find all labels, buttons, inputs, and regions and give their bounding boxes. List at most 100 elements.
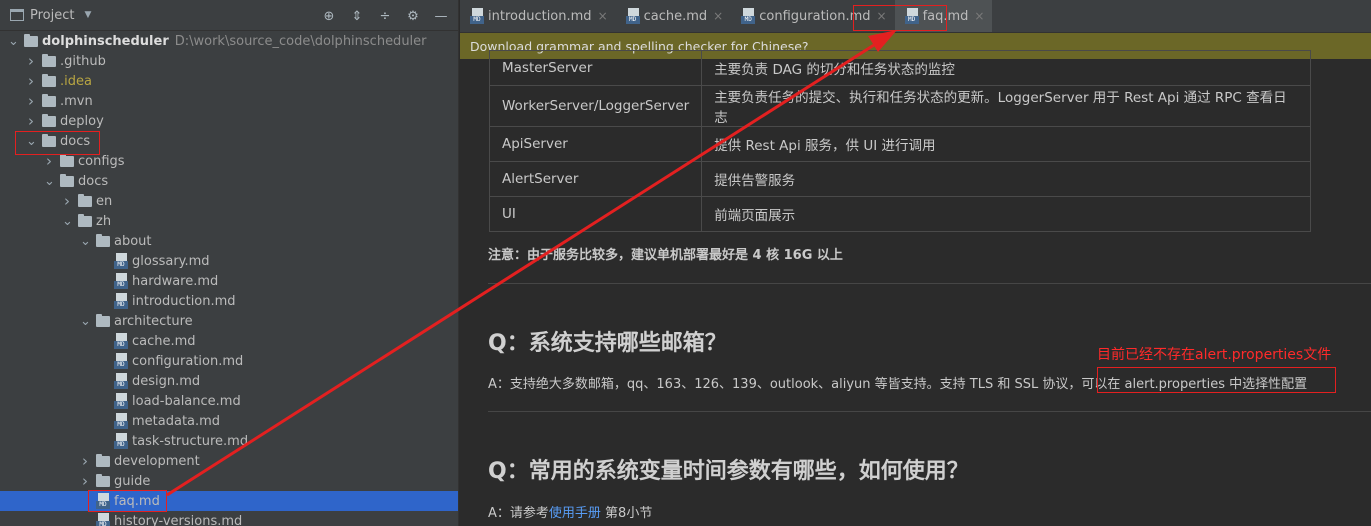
tree-file-item[interactable]: ›MDcache.md (0, 331, 458, 351)
chevron-right-icon[interactable]: › (62, 192, 72, 210)
divider (488, 283, 1371, 284)
tree-file-item[interactable]: ›MDtask-structure.md (0, 431, 458, 451)
markdown-file-icon: MD (114, 373, 128, 389)
tree-folder-item[interactable]: ⌄ zh (0, 211, 458, 231)
answer-text: 第8小节 (600, 506, 653, 521)
chevron-right-icon[interactable]: › (80, 452, 90, 470)
tree-folder-item[interactable]: › .github (0, 51, 458, 71)
locate-icon[interactable]: ⊕ (320, 7, 338, 25)
editor-tab[interactable]: MD introduction.md × (460, 0, 616, 32)
server-name-cell: WorkerServer/LoggerServer (488, 85, 703, 127)
tree-folder-item[interactable]: ⌄ docs (0, 171, 458, 191)
tree-folder-item[interactable]: › .idea (0, 71, 458, 91)
tree-folder-item[interactable]: › .mvn (0, 91, 458, 111)
tree-item-label: about (114, 233, 152, 249)
tree-folder-item[interactable]: › development (0, 451, 458, 471)
server-name-cell: ApiServer (488, 126, 703, 162)
server-name-cell: MasterServer (488, 50, 703, 86)
tree-file-item[interactable]: ›MDdesign.md (0, 371, 458, 391)
close-icon[interactable]: × (598, 9, 608, 23)
tree-folder-item[interactable]: › guide (0, 471, 458, 491)
chevron-right-icon[interactable]: › (26, 112, 36, 130)
server-desc-cell: 提供 Rest Api 服务，供 UI 进行调用 (701, 126, 1311, 162)
tree-item-label: architecture (114, 313, 193, 329)
tree-file-item[interactable]: ›MDmetadata.md (0, 411, 458, 431)
chevron-right-icon[interactable]: › (44, 152, 54, 170)
tree-folder-item[interactable]: ⌄ architecture (0, 311, 458, 331)
close-icon[interactable]: × (877, 9, 887, 23)
table-row: WorkerServer/LoggerServer 主要负责任务的提交、执行和任务… (488, 85, 1311, 127)
tree-item-label: .github (60, 53, 106, 69)
tree-item-label: deploy (60, 113, 104, 129)
chevron-right-icon[interactable]: › (26, 92, 36, 110)
folder-icon (42, 113, 56, 127)
tree-item-label: guide (114, 473, 151, 489)
collapse-all-icon[interactable]: ÷ (376, 7, 394, 25)
editor-tab[interactable]: MD configuration.md × (731, 0, 894, 32)
tree-file-item[interactable]: ›MDhardware.md (0, 271, 458, 291)
tree-folder-item[interactable]: › deploy (0, 111, 458, 131)
chevron-down-icon[interactable]: ⌄ (44, 174, 55, 189)
chevron-down-icon[interactable]: ⌄ (62, 214, 73, 229)
server-table: MasterServer 主要负责 DAG 的切分和任务状态的监控 WorkerSe… (488, 50, 1311, 232)
folder-icon (96, 473, 110, 487)
editor-tab[interactable]: MD cache.md × (616, 0, 732, 32)
tree-item-label: docs (60, 133, 91, 149)
folder-icon (96, 453, 110, 467)
tree-item-label: configs (78, 153, 125, 169)
server-desc-cell: 前端页面展示 (701, 196, 1311, 232)
table-row: AlertServer 提供告警服务 (488, 161, 1311, 197)
question-time-params-answer: A：请参考使用手册 第8小节 (488, 502, 652, 521)
project-title: Project (30, 7, 75, 23)
markdown-file-icon: MD (96, 513, 110, 526)
tree-file-item[interactable]: ›MDintroduction.md (0, 291, 458, 311)
chevron-right-icon[interactable]: › (80, 472, 90, 490)
folder-icon (78, 213, 92, 227)
tree-folder-item[interactable]: › en (0, 191, 458, 211)
gear-icon[interactable]: ⚙ (404, 7, 422, 25)
tree-item-label: .mvn (60, 93, 93, 109)
editor-tab[interactable]: MD faq.md × (894, 0, 993, 32)
close-icon[interactable]: × (974, 9, 984, 23)
tree-item-label: history-versions.md (114, 513, 243, 526)
tree-item-label: faq.md (114, 493, 160, 509)
chevron-down-icon[interactable]: ▼ (84, 10, 91, 20)
tree-folder-item[interactable]: ⌄ docs (0, 131, 458, 151)
markdown-file-icon: MD (114, 253, 128, 269)
chevron-down-icon[interactable]: ⌄ (8, 34, 19, 49)
tree-file-item[interactable]: ›MDhistory-versions.md (0, 511, 458, 526)
markdown-file-icon: MD (114, 433, 128, 449)
markdown-file-icon: MD (96, 493, 110, 509)
table-row: UI 前端页面展示 (488, 196, 1311, 232)
folder-icon (96, 313, 110, 327)
project-header[interactable]: Project ▼ ⊕ ⇕ ÷ ⚙ — (0, 0, 458, 31)
project-window-icon (10, 9, 24, 21)
chevron-down-icon[interactable]: ⌄ (80, 234, 91, 249)
tree-item-label: load-balance.md (132, 393, 241, 409)
tree-file-item[interactable]: ›MDconfiguration.md (0, 351, 458, 371)
chevron-right-icon[interactable]: › (26, 72, 36, 90)
markdown-file-icon: MD (114, 413, 128, 429)
chevron-down-icon[interactable]: ⌄ (26, 134, 37, 149)
tree-file-item[interactable]: ›MDglossary.md (0, 251, 458, 271)
folder-icon (42, 73, 56, 87)
tree-item-label: design.md (132, 373, 201, 389)
minimize-icon[interactable]: — (432, 7, 450, 25)
user-manual-link[interactable]: 使用手册 (549, 506, 601, 521)
markdown-file-icon: MD (470, 8, 484, 24)
chevron-right-icon[interactable]: › (26, 52, 36, 70)
tree-file-item[interactable]: ›MDload-balance.md (0, 391, 458, 411)
tree-file-item[interactable]: ›MDfaq.md (0, 491, 458, 511)
tree-folder-item[interactable]: ⌄ dolphinscheduler D:\work\source_code\dol… (0, 31, 458, 51)
chevron-down-icon[interactable]: ⌄ (80, 314, 91, 329)
tree-folder-item[interactable]: ⌄ about (0, 231, 458, 251)
close-icon[interactable]: × (713, 9, 723, 23)
markdown-file-icon: MD (114, 273, 128, 289)
answer-config-text: 可以在 alert.properties 中选择性配置 (1081, 377, 1308, 392)
project-path: D:\work\source_code\dolphinscheduler (174, 33, 427, 49)
tree-item-label: metadata.md (132, 413, 221, 429)
folder-icon (42, 93, 56, 107)
tree-folder-item[interactable]: › configs (0, 151, 458, 171)
expand-all-icon[interactable]: ⇕ (348, 7, 366, 25)
tree-item-label: development (114, 453, 200, 469)
